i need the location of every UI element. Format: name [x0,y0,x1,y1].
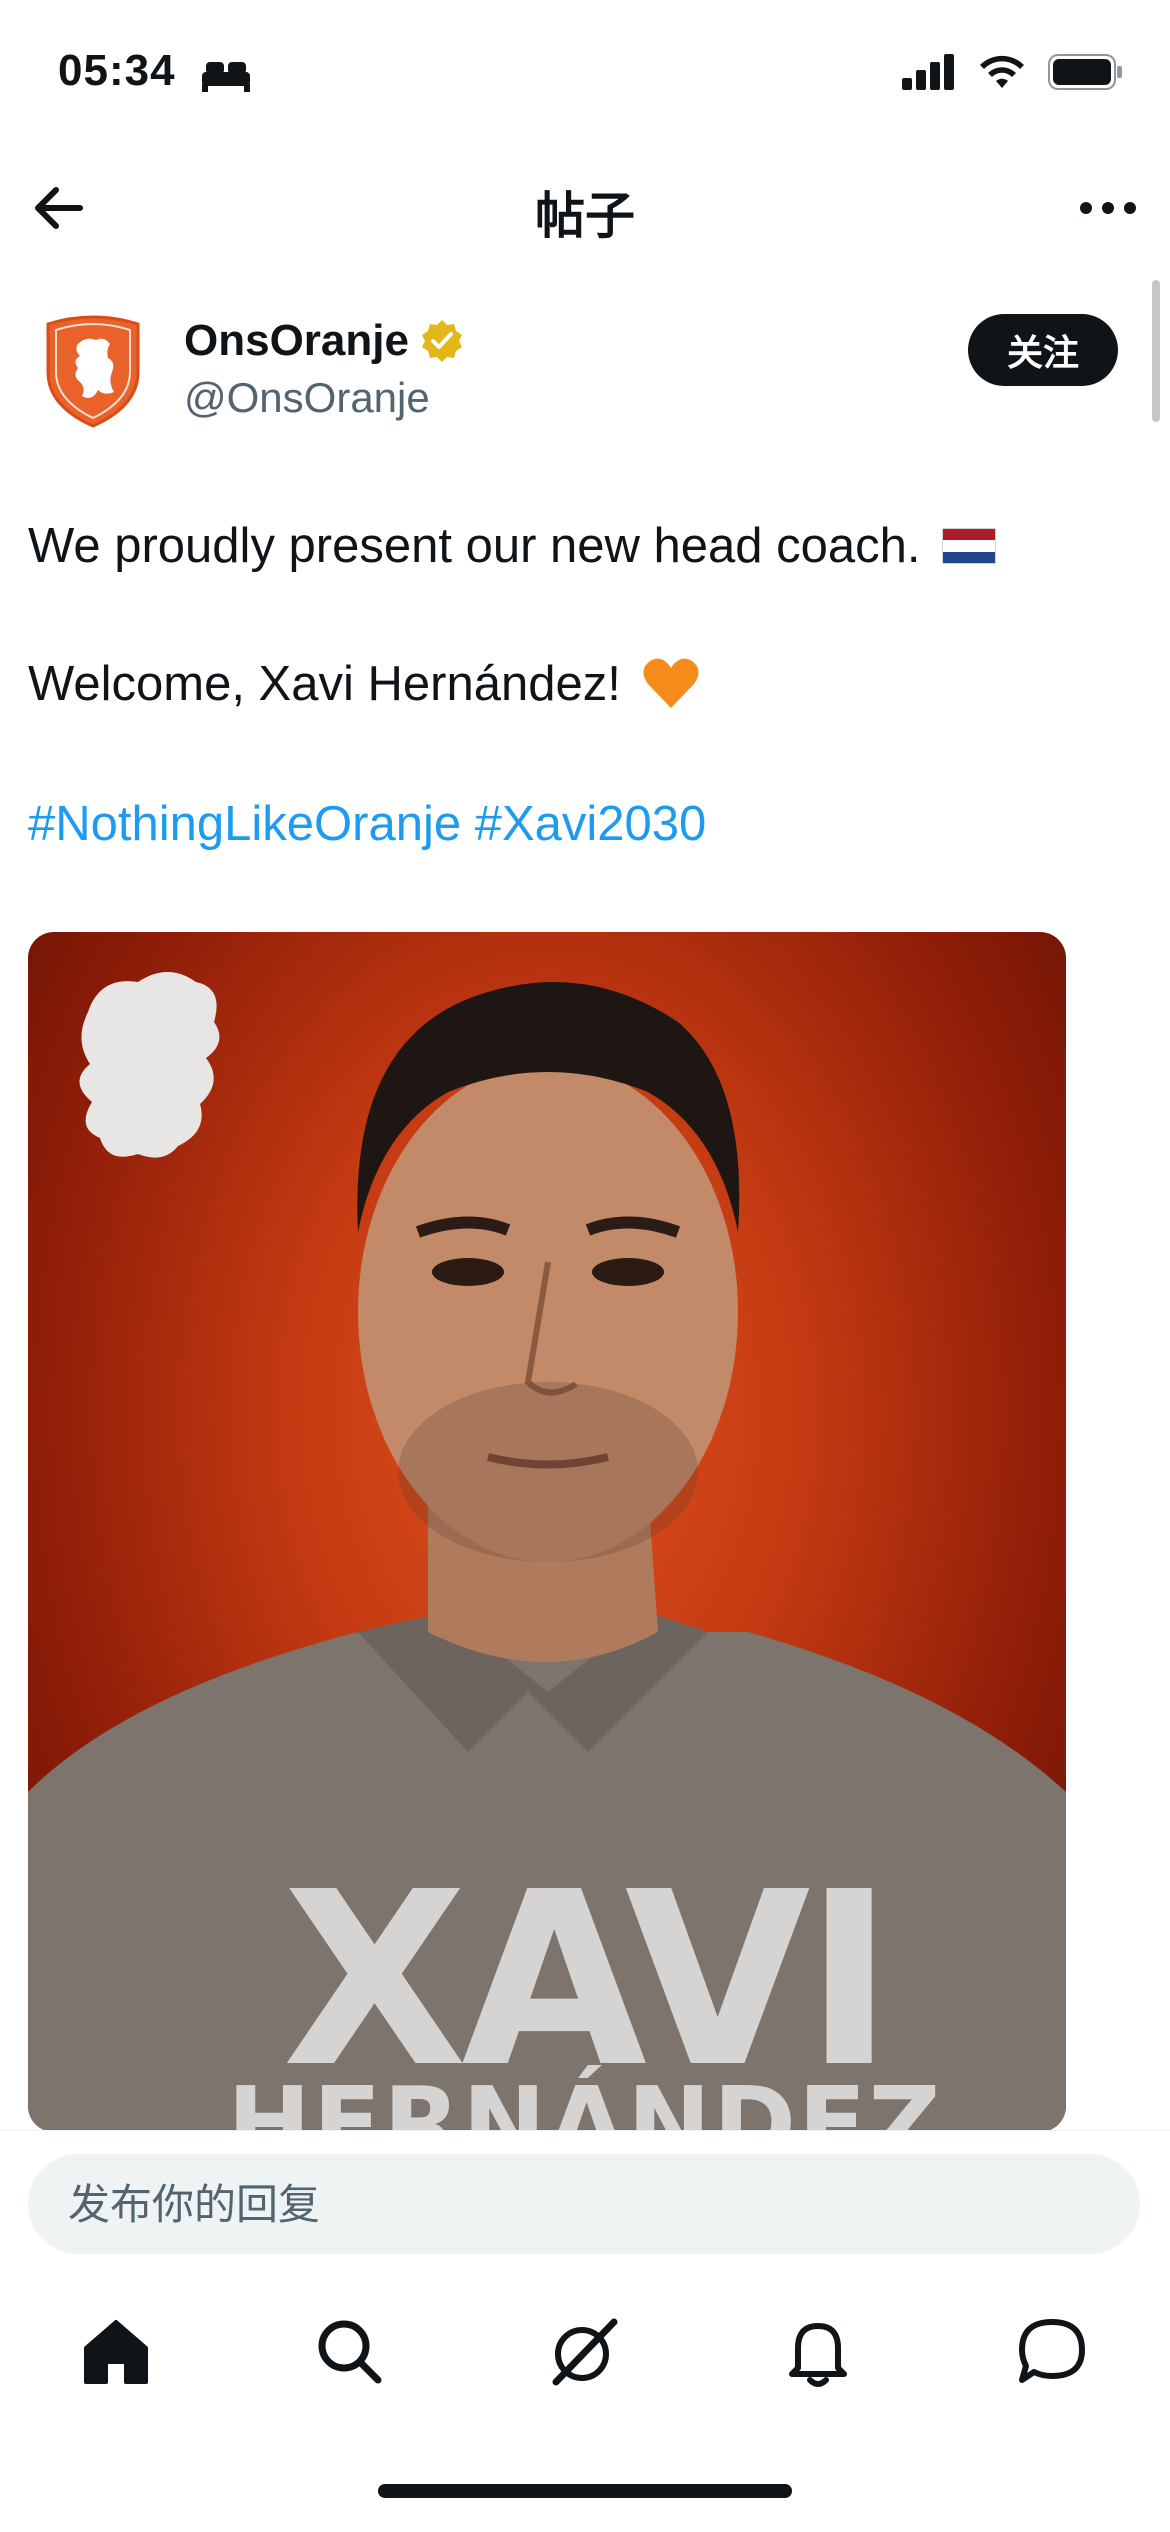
hashtag-link[interactable]: #Xavi2030 [475,797,707,851]
knvb-lion-crest-icon [46,315,140,428]
home-indicator [378,2484,792,2498]
post-hashtags: #NothingLikeOranje #Xavi2030 [28,796,706,852]
chat-bubble-icon [1019,2319,1085,2383]
author-handle[interactable]: @OnsOranje [184,374,430,422]
page-title: 帖子 [535,188,635,244]
bell-icon [789,2323,847,2387]
cellular-signal-icon [902,54,954,90]
netherlands-flag-icon [942,528,997,564]
tab-notifications[interactable] [778,2312,858,2392]
orange-heart-icon [643,658,699,708]
author-avatar[interactable] [38,310,148,428]
battery-icon [1048,54,1122,90]
more-options-button[interactable] [1076,176,1140,240]
hashtag-link[interactable]: #NothingLikeOranje [28,797,461,851]
post-text-2: Welcome, Xavi Hernández! [28,657,621,711]
wifi-icon [980,55,1024,88]
status-time: 05:34 [58,46,176,95]
back-button[interactable] [28,176,92,240]
follow-button[interactable]: 关注 [968,314,1118,386]
post-text-line-2: Welcome, Xavi Hernández! [28,656,700,712]
grok-icon [552,2318,618,2386]
author-display-name: OnsOranje [184,316,409,365]
post-text-line-1: We proudly present our new head coach. [28,518,997,574]
search-icon [318,2320,382,2384]
more-dots-icon [1080,202,1136,214]
author-name[interactable]: OnsOranje [184,316,465,366]
status-icons [902,54,1124,90]
tab-messages[interactable] [1012,2312,1092,2392]
home-icon [84,2320,148,2384]
tab-search[interactable] [310,2312,390,2392]
lion-crest-logo [79,972,220,1158]
verified-badge-icon [421,320,462,362]
arrow-left-icon [35,187,83,229]
media-headline-name: XAVI [282,1840,894,2120]
sleep-bed-icon [202,62,250,92]
tab-home[interactable] [76,2312,156,2392]
post-text-1: We proudly present our new head coach. [28,519,921,573]
reply-input[interactable] [28,2154,1140,2254]
scrollbar[interactable] [1152,280,1160,422]
tab-grok[interactable] [544,2312,624,2392]
